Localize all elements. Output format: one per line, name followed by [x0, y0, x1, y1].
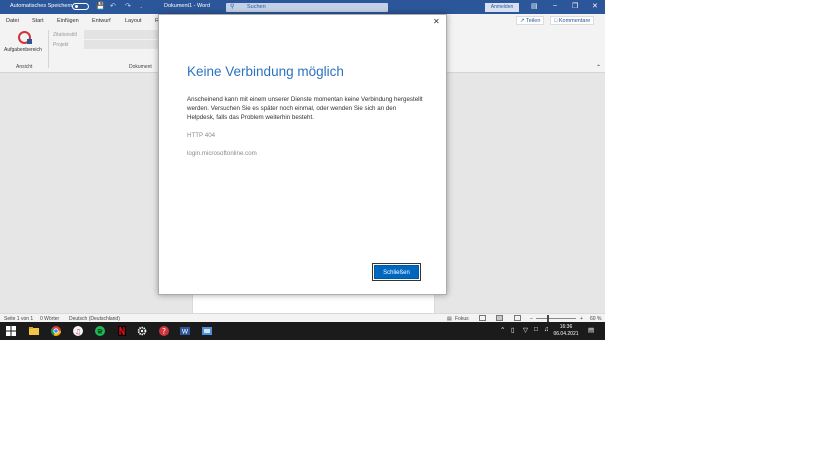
taskbar: ♫ ? W ⌃ ▯ ▽ □ ♫ 16:36 06.04.2021 ▤: [0, 322, 605, 340]
read-mode-icon[interactable]: [479, 315, 486, 321]
close-button[interactable]: Schließen: [372, 263, 421, 281]
clock-time: 16:36: [559, 324, 573, 330]
group-label-view: Ansicht: [16, 64, 33, 70]
citation-title-label: Zitationstitl: [53, 32, 77, 38]
system-clock[interactable]: 16:36 06.04.2021: [549, 324, 583, 338]
citation-title-field[interactable]: [84, 30, 160, 39]
tray-expand-icon[interactable]: ⌃: [500, 326, 505, 334]
taskpane-button-label[interactable]: Aufgabenbereich: [4, 47, 42, 53]
netflix-icon[interactable]: [117, 326, 127, 336]
share-icon: ↗: [520, 18, 525, 24]
error-code: HTTP 404: [187, 132, 216, 139]
group-label-document: Dokument: [129, 64, 152, 70]
undo-icon[interactable]: ↶: [110, 2, 116, 10]
search-placeholder: Suchen: [247, 4, 266, 10]
connection-error-dialog: ✕ Keine Verbindung möglich Anscheinend k…: [158, 14, 447, 295]
title-bar: Automatisches Speichern 💾 ↶ ↷ ․ Dokument…: [0, 0, 605, 14]
dialog-close-icon[interactable]: ✕: [433, 17, 440, 26]
network-icon[interactable]: ▽: [523, 326, 528, 334]
error-host: login.microsoftonline.com: [187, 150, 257, 157]
tab-home[interactable]: Start: [32, 18, 44, 24]
zoom-slider[interactable]: [536, 318, 576, 319]
sign-in-button[interactable]: Anmelden: [485, 3, 519, 12]
notes-app-icon[interactable]: [202, 326, 212, 336]
windows-start-icon[interactable]: [6, 326, 16, 336]
settings-gear-icon[interactable]: [137, 326, 147, 336]
project-field[interactable]: [84, 40, 160, 49]
search-box[interactable]: ⚲ Suchen: [226, 3, 388, 12]
zoom-slider-thumb[interactable]: [547, 315, 549, 322]
clock-date: 06.04.2021: [553, 331, 579, 337]
help-app-icon[interactable]: ?: [159, 326, 169, 336]
word-app-icon[interactable]: W: [180, 326, 190, 336]
notifications-icon[interactable]: ▤: [588, 326, 594, 334]
tab-design[interactable]: Entwurf: [92, 18, 111, 24]
svg-text:♫: ♫: [75, 328, 81, 336]
search-icon: ⚲: [230, 4, 235, 10]
web-layout-icon[interactable]: [514, 315, 521, 321]
restore-icon[interactable]: ❐: [572, 2, 578, 10]
redo-icon[interactable]: ↷: [125, 2, 131, 10]
file-explorer-icon[interactable]: [29, 326, 39, 336]
svg-text:W: W: [182, 328, 189, 336]
dialog-message: Anscheinend kann mit einem unserer Diens…: [187, 96, 423, 121]
chrome-icon[interactable]: [51, 326, 61, 336]
autosave-label: Automatisches Speichern: [10, 3, 73, 9]
tab-file[interactable]: Datei: [6, 18, 19, 24]
itunes-icon[interactable]: ♫: [73, 326, 83, 336]
spotify-icon[interactable]: [95, 326, 105, 336]
collapse-ribbon-icon[interactable]: ⌃: [596, 64, 601, 71]
save-icon[interactable]: 💾: [96, 2, 105, 10]
comments-button[interactable]: □ Kommentare: [550, 16, 595, 25]
autosave-toggle[interactable]: [72, 3, 89, 10]
tab-insert[interactable]: Einfügen: [57, 18, 79, 24]
tab-layout[interactable]: Layout: [125, 18, 142, 24]
document-title: Dokument1 - Word: [164, 3, 211, 9]
ribbon-display-options-icon[interactable]: ▤: [531, 2, 538, 10]
svg-text:?: ?: [162, 327, 166, 336]
battery-icon[interactable]: ▯: [511, 326, 515, 334]
taskpane-icon[interactable]: [18, 31, 32, 44]
customize-quick-access-icon[interactable]: ․: [140, 2, 142, 10]
share-label: Teilen: [526, 18, 541, 24]
minimize-icon[interactable]: –: [553, 2, 557, 9]
comments-label: Kommentare: [558, 18, 591, 24]
project-label: Projekt: [53, 42, 69, 48]
comment-icon: □: [554, 18, 558, 24]
word-window: Automatisches Speichern 💾 ↶ ↷ ․ Dokument…: [0, 0, 605, 340]
share-button[interactable]: ↗ Teilen: [516, 16, 545, 25]
taskpane-badge: [27, 39, 32, 44]
window-close-icon[interactable]: ✕: [592, 2, 598, 10]
group-divider: [48, 30, 49, 68]
dialog-title: Keine Verbindung möglich: [187, 64, 344, 79]
print-layout-icon[interactable]: [496, 315, 503, 321]
chat-icon[interactable]: □: [534, 326, 538, 333]
